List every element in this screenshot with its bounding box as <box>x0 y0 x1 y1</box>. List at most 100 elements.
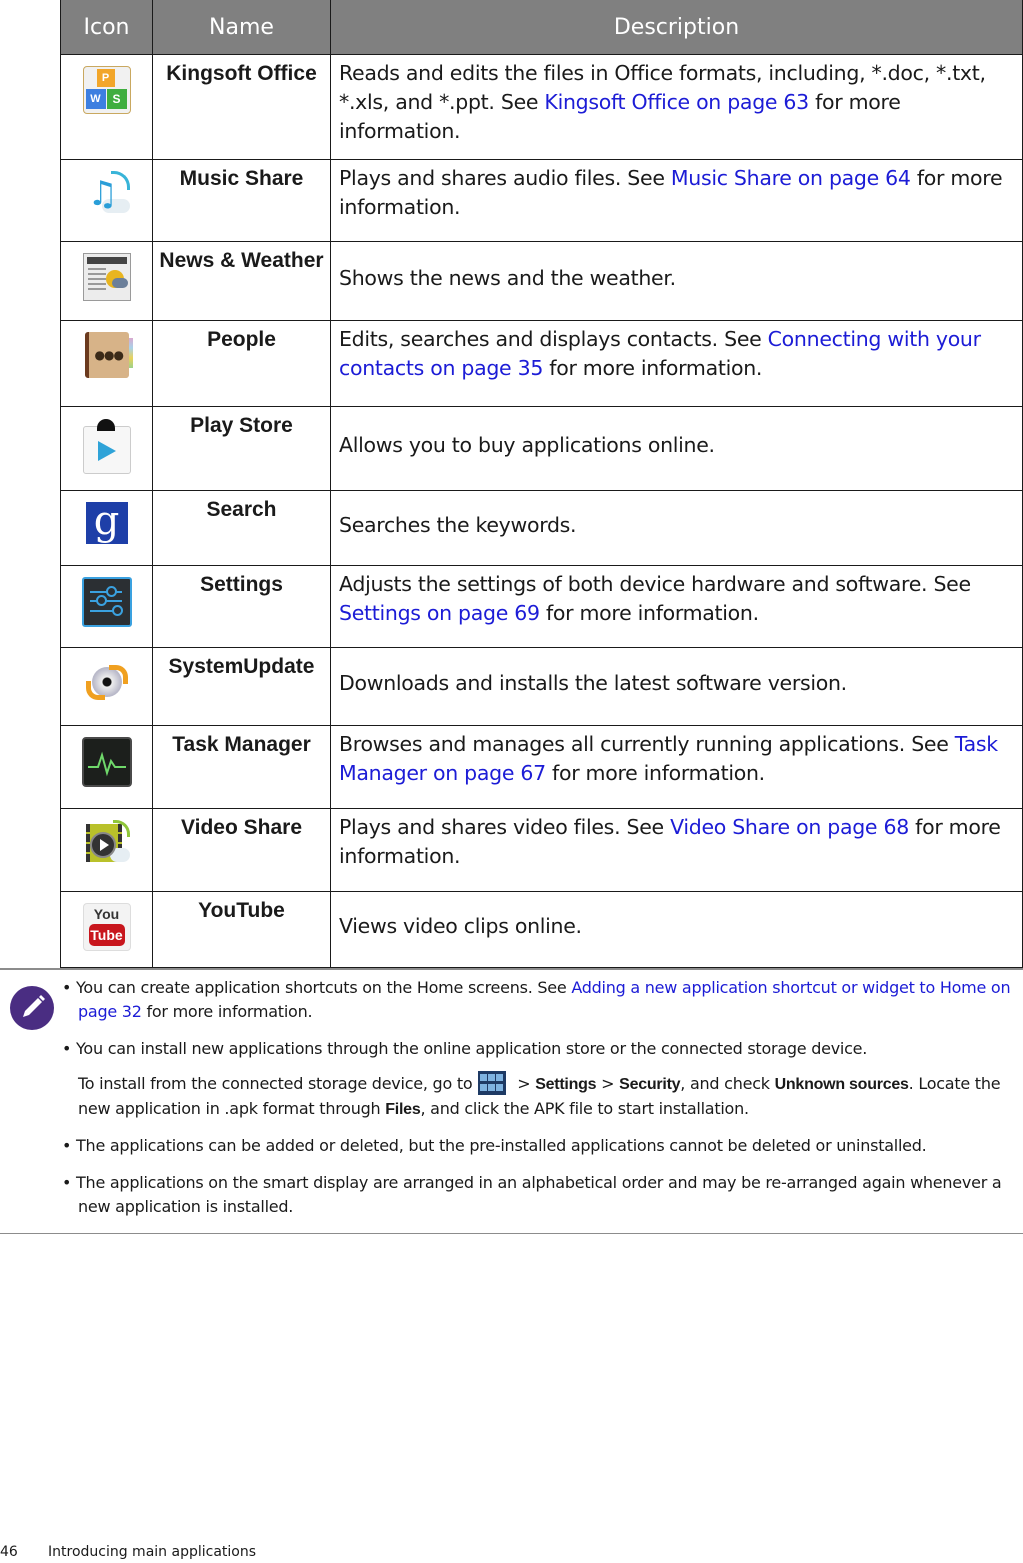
app-name: Settings <box>152 565 331 648</box>
system-update-icon <box>84 659 130 705</box>
description-text: Allows you to buy applications online. <box>339 433 715 457</box>
page-number: 46 <box>0 1544 18 1560</box>
note-text-span: You can install new applications through… <box>76 1039 868 1058</box>
applications-table: Icon Name Description PWS Kingsoft Offic… <box>60 0 1023 968</box>
news-weather-icon <box>82 253 131 301</box>
icon-cell <box>60 406 153 491</box>
icon-cell <box>60 647 153 726</box>
description-text: Browses and manages all currently runnin… <box>339 732 955 756</box>
app-description: Downloads and installs the latest softwa… <box>330 647 1023 726</box>
header-description: Description <box>330 0 1023 55</box>
app-name: Task Manager <box>152 725 331 809</box>
description-text: for more information. <box>543 356 763 380</box>
note-bullet: • The applications on the smart display … <box>62 1171 1017 1219</box>
search-icon: g <box>85 498 128 544</box>
app-description: Edits, searches and displays contacts. S… <box>330 320 1023 407</box>
table-row: ●●● People Edits, searches and displays … <box>60 320 1023 407</box>
note-divider-bottom <box>0 1233 1023 1234</box>
app-description: Browses and manages all currently runnin… <box>330 725 1023 809</box>
icon-cell <box>60 725 153 809</box>
all-apps-icon <box>478 1071 507 1095</box>
note-text-span: , and click the APK file to start instal… <box>420 1099 749 1118</box>
description-text: Adjusts the settings of both device hard… <box>339 572 971 596</box>
note-text-span: for more information. <box>141 1002 313 1021</box>
icon-cell: You Tube <box>60 891 153 968</box>
table-row: SystemUpdate Downloads and installs the … <box>60 647 1023 726</box>
note-bullet: • You can create application shortcuts o… <box>62 976 1017 1024</box>
app-description: Reads and edits the files in Office form… <box>330 54 1023 160</box>
description-text: for more information. <box>539 601 759 625</box>
separator: > <box>512 1074 536 1093</box>
note-text-span: The applications on the smart display ar… <box>76 1173 1002 1216</box>
description-text: Edits, searches and displays contacts. S… <box>339 327 768 351</box>
description-text: Plays and shares audio files. See <box>339 166 671 190</box>
icon-cell: g <box>60 490 153 566</box>
note-text: • You can create application shortcuts o… <box>62 976 1017 1232</box>
app-description: Shows the news and the weather. <box>330 241 1023 321</box>
bullet-mark: • <box>62 978 72 997</box>
app-name: Music Share <box>152 159 331 242</box>
note-text-span: To install from the connected storage de… <box>78 1074 473 1093</box>
description-text: Plays and shares video files. See <box>339 815 671 839</box>
description-text: for more information. <box>545 761 765 785</box>
app-name: YouTube <box>152 891 331 968</box>
header-name: Name <box>152 0 331 55</box>
table-row: ♫ Music Share Plays and shares audio fil… <box>60 159 1023 242</box>
app-description: Searches the keywords. <box>330 490 1023 566</box>
table-row: g Search Searches the keywords. <box>60 490 1023 566</box>
app-name: Play Store <box>152 406 331 491</box>
table-row: Task Manager Browses and manages all cur… <box>60 725 1023 809</box>
note-text-span: The applications can be added or deleted… <box>76 1136 927 1155</box>
app-description: Plays and shares audio files. See Music … <box>330 159 1023 242</box>
description-text: Shows the news and the weather. <box>339 265 676 290</box>
link-settings[interactable]: Settings on page 69 <box>339 601 540 625</box>
note-text-span: , and check <box>680 1074 775 1093</box>
bullet-mark: • <box>62 1136 72 1155</box>
link-kingsoft-office[interactable]: Kingsoft Office on page 63 <box>544 90 809 114</box>
app-description: Adjusts the settings of both device hard… <box>330 565 1023 648</box>
description-text: Downloads and installs the latest softwa… <box>339 671 847 695</box>
table-header-row: Icon Name Description <box>60 0 1023 55</box>
security-menu-ref: Security <box>619 1076 681 1093</box>
icon-cell: ♫ <box>60 159 153 242</box>
task-manager-icon <box>81 737 132 787</box>
table-row: You Tube YouTube Views video clips online… <box>60 891 1023 968</box>
table-row: PWS Kingsoft Office Reads and edits the … <box>60 54 1023 160</box>
youtube-icon: You Tube <box>82 903 131 951</box>
app-name: Video Share <box>152 808 331 892</box>
note-sub-paragraph: To install from the connected storage de… <box>62 1071 1017 1122</box>
app-name: SystemUpdate <box>152 647 331 726</box>
app-name: News & Weather <box>152 241 331 321</box>
table-row: Settings Adjusts the settings of both de… <box>60 565 1023 648</box>
bullet-mark: • <box>62 1173 72 1192</box>
app-description: Plays and shares video files. See Video … <box>330 808 1023 892</box>
table-row: Play Store Allows you to buy application… <box>60 406 1023 491</box>
music-share-icon: ♫ <box>84 171 130 217</box>
applications-table-container: Icon Name Description PWS Kingsoft Offic… <box>60 0 1023 968</box>
link-video-share[interactable]: Video Share on page 68 <box>670 815 909 839</box>
note-bullet: • You can install new applications throu… <box>62 1037 1017 1061</box>
app-description: Views video clips online. <box>330 891 1023 968</box>
icon-cell <box>60 808 153 892</box>
note-divider-top <box>0 968 1023 970</box>
kingsoft-office-icon: PWS <box>82 66 131 114</box>
note-text-span: You can create application shortcuts on … <box>76 978 572 997</box>
bullet-mark: • <box>62 1039 72 1058</box>
settings-icon <box>81 577 132 627</box>
icon-cell <box>60 241 153 321</box>
settings-menu-ref: Settings <box>535 1076 597 1093</box>
files-app-ref: Files <box>385 1101 421 1118</box>
link-music-share[interactable]: Music Share on page 64 <box>671 166 911 190</box>
header-icon: Icon <box>60 0 153 55</box>
people-icon: ●●● <box>84 332 133 378</box>
section-title: Introducing main applications <box>48 1544 257 1560</box>
app-name: People <box>152 320 331 407</box>
pencil-note-icon <box>10 986 54 1030</box>
note-bullet: • The applications can be added or delet… <box>62 1134 1017 1158</box>
description-text: Searches the keywords. <box>339 512 577 537</box>
video-share-icon <box>84 820 130 866</box>
table-row: News & Weather Shows the news and the we… <box>60 241 1023 321</box>
icon-cell: ●●● <box>60 320 153 407</box>
icon-cell: PWS <box>60 54 153 160</box>
icon-cell <box>60 565 153 648</box>
